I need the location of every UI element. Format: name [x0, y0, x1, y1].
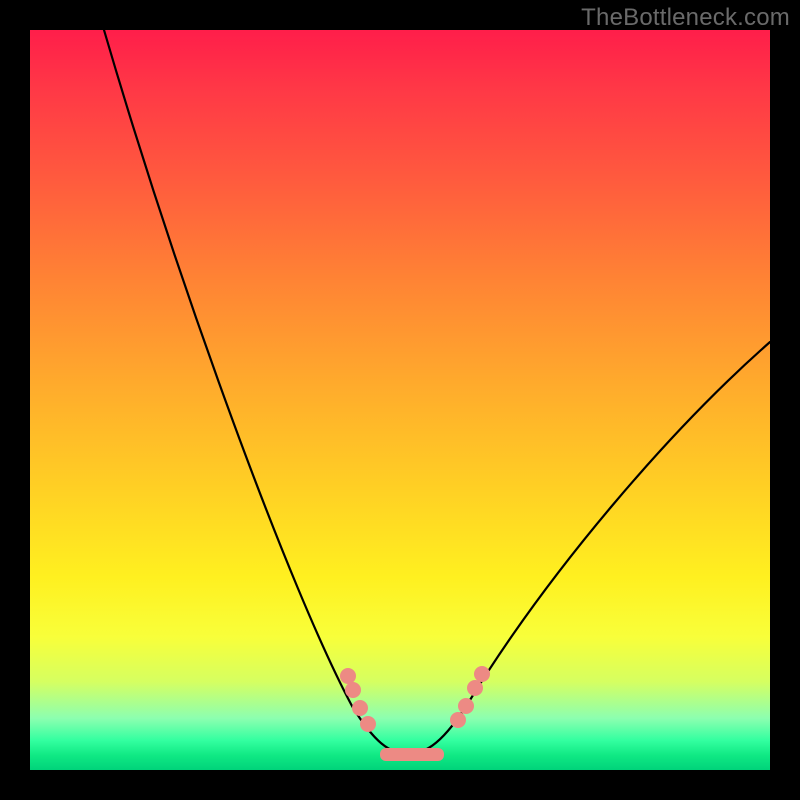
bottleneck-curve: [104, 30, 770, 754]
curve-layer: [30, 30, 770, 770]
marker-right-1: [450, 712, 466, 728]
marker-left-3: [352, 700, 368, 716]
marker-left-4: [360, 716, 376, 732]
marker-right-3: [467, 680, 483, 696]
marker-left-1: [340, 668, 356, 684]
watermark-text: TheBottleneck.com: [581, 4, 790, 32]
marker-left-2: [345, 682, 361, 698]
marker-right-2: [458, 698, 474, 714]
plot-area: [30, 30, 770, 770]
marker-bottom-band: [380, 748, 444, 761]
chart-frame: TheBottleneck.com: [0, 0, 800, 800]
marker-right-4: [474, 666, 490, 682]
